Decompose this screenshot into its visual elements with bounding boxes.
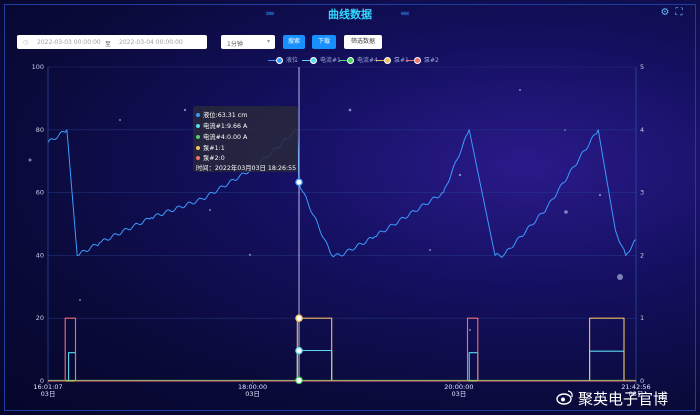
- star-decoration: [79, 299, 81, 301]
- tooltip-time: 时间：2022年03月03日 18:26:55: [196, 165, 297, 172]
- star-decoration: [209, 209, 211, 211]
- star-decoration: [429, 249, 431, 251]
- star-decoration: [183, 108, 187, 112]
- star-decoration: [519, 89, 521, 91]
- x-tick-sublabel: 03日: [41, 390, 56, 398]
- star-decoration: [458, 173, 462, 177]
- watermark-text: 聚英电子官博: [578, 390, 669, 408]
- y-tick-label: 80: [36, 126, 44, 134]
- x-tick-sublabel: 03日: [245, 390, 260, 398]
- series-line-5: [48, 317, 636, 382]
- star-decoration: [469, 329, 471, 331]
- chart-tooltip: 液位:63.31 cm 电流#1:9.66 A 电流#4:0.00 A 泵#1:…: [193, 106, 298, 172]
- tooltip-level: 液位:63.31 cm: [203, 112, 248, 119]
- y-right-tick-label: 5: [640, 63, 644, 71]
- tooltip-current4: 电流#4:0.00 A: [203, 134, 248, 141]
- tooltip-pump1: 泵#1:1: [203, 145, 225, 152]
- y-right-tick-label: 2: [640, 251, 644, 259]
- y-tick-label: 60: [36, 189, 44, 197]
- y-tick-label: 20: [36, 314, 44, 322]
- y-right-tick-label: 3: [640, 189, 644, 197]
- star-decoration: [119, 119, 121, 121]
- star-decoration: [564, 210, 568, 214]
- tooltip-current1: 电流#1:9.66 A: [203, 123, 248, 130]
- cursor-point: [295, 376, 303, 385]
- tooltip-pump2: 泵#2:0: [203, 155, 225, 162]
- series-line-1: [47, 129, 637, 258]
- y-tick-label: 100: [32, 63, 44, 71]
- cursor-point: [295, 314, 303, 323]
- line-chart: 02040608010001234516:01:0703日18:00:0003日…: [28, 63, 651, 398]
- star-decoration: [598, 193, 602, 197]
- y-tick-label: 40: [36, 251, 44, 259]
- y-right-tick-label: 4: [640, 126, 644, 134]
- cursor-point: [295, 178, 303, 187]
- star-decoration: [348, 108, 352, 112]
- x-tick-sublabel: 03日: [452, 390, 467, 398]
- series-line-4: [48, 317, 636, 382]
- cursor-point: [295, 346, 303, 355]
- weibo-icon: [556, 390, 573, 405]
- star-decoration: [248, 253, 252, 257]
- star-decoration: [28, 158, 32, 162]
- y-right-tick-label: 1: [640, 314, 644, 322]
- star-decoration: [617, 274, 623, 280]
- series-line-2: [48, 349, 636, 382]
